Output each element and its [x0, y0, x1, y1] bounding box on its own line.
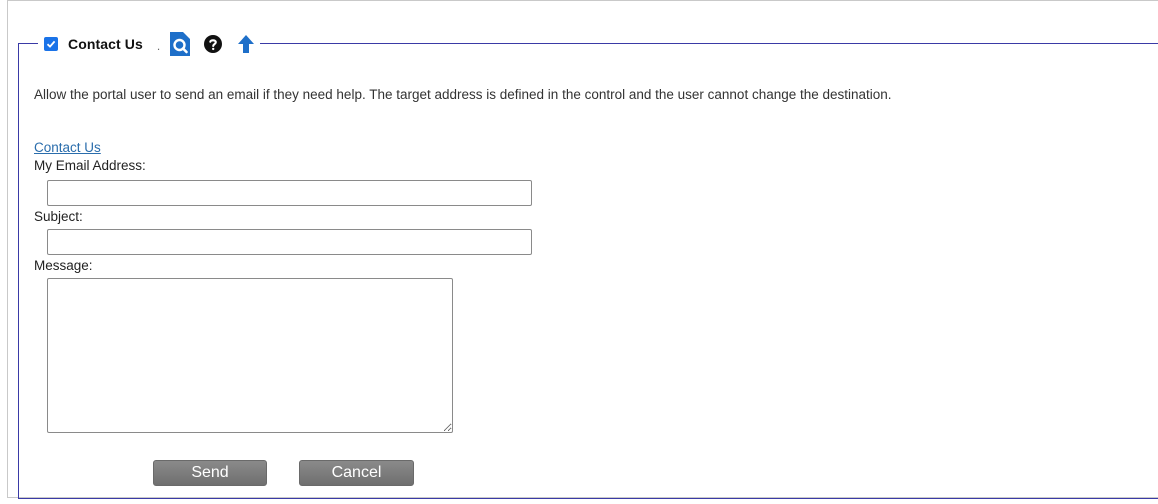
cancel-button[interactable]: Cancel: [299, 460, 414, 486]
section-title: Contact Us: [68, 36, 143, 52]
message-textarea[interactable]: [47, 278, 453, 433]
check-icon: [46, 40, 56, 48]
section-enabled-checkbox[interactable]: [44, 37, 58, 51]
message-label: Message:: [34, 258, 93, 273]
help-icon[interactable]: [204, 35, 223, 53]
section-dot: .: [156, 39, 161, 53]
contact-us-link[interactable]: Contact Us: [34, 140, 101, 155]
section-description: Allow the portal user to send an email i…: [34, 87, 892, 102]
subject-field[interactable]: [47, 229, 532, 255]
send-button[interactable]: Send: [153, 460, 267, 486]
subject-label: Subject:: [34, 209, 83, 224]
email-label: My Email Address:: [34, 158, 146, 173]
preview-icon[interactable]: [170, 32, 191, 56]
move-up-icon[interactable]: [238, 35, 255, 53]
section-legend: Contact Us .: [38, 30, 261, 58]
email-field[interactable]: [47, 180, 532, 206]
